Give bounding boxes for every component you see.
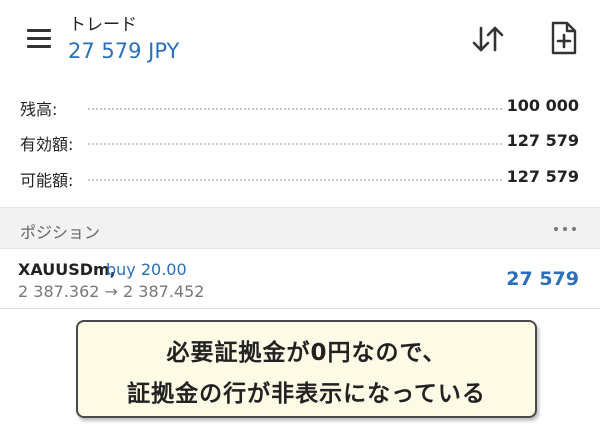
- hamburger-menu-icon[interactable]: [24, 26, 54, 52]
- balance-row: 残高: 100 000: [0, 89, 600, 125]
- positions-section-title: ポジション: [20, 223, 101, 242]
- equity-row: 有効額: 127 579: [0, 124, 600, 160]
- total-profit: 27 579 JPY: [68, 39, 180, 63]
- balance-value: 100 000: [506, 96, 579, 115]
- free-margin-value: 127 579: [506, 167, 579, 186]
- new-order-document-icon[interactable]: [548, 20, 580, 56]
- free-margin-label: 可能額:: [20, 171, 74, 190]
- equity-label: 有効額:: [20, 135, 74, 154]
- annotation-callout: 必要証拠金が0円なので、 証拠金の行が非表示になっている: [76, 320, 537, 418]
- page-title: トレード: [69, 15, 137, 35]
- positions-section-header: ポジション: [0, 207, 600, 249]
- more-horizontal-icon[interactable]: [552, 218, 578, 238]
- dotted-leader: [88, 108, 502, 110]
- position-row[interactable]: XAUUSDm, buy 20.00 2 387.362 → 2 387.452…: [0, 249, 600, 309]
- balance-label: 残高:: [20, 100, 58, 119]
- free-margin-row: 可能額: 127 579: [0, 160, 600, 196]
- top-bar: トレード 27 579 JPY: [0, 0, 600, 80]
- dotted-leader: [88, 143, 502, 145]
- position-side-volume: buy 20.00: [106, 260, 187, 279]
- callout-line-1: 必要証拠金が0円なので、: [166, 340, 447, 366]
- dotted-leader: [88, 179, 502, 181]
- position-profit: 27 579: [506, 268, 579, 290]
- equity-value: 127 579: [506, 131, 579, 150]
- sort-arrows-icon[interactable]: [470, 22, 506, 56]
- position-symbol: XAUUSDm,: [18, 260, 116, 279]
- callout-line-2: 証拠金の行が非表示になっている: [127, 381, 486, 407]
- position-prices: 2 387.362 → 2 387.452: [18, 282, 205, 301]
